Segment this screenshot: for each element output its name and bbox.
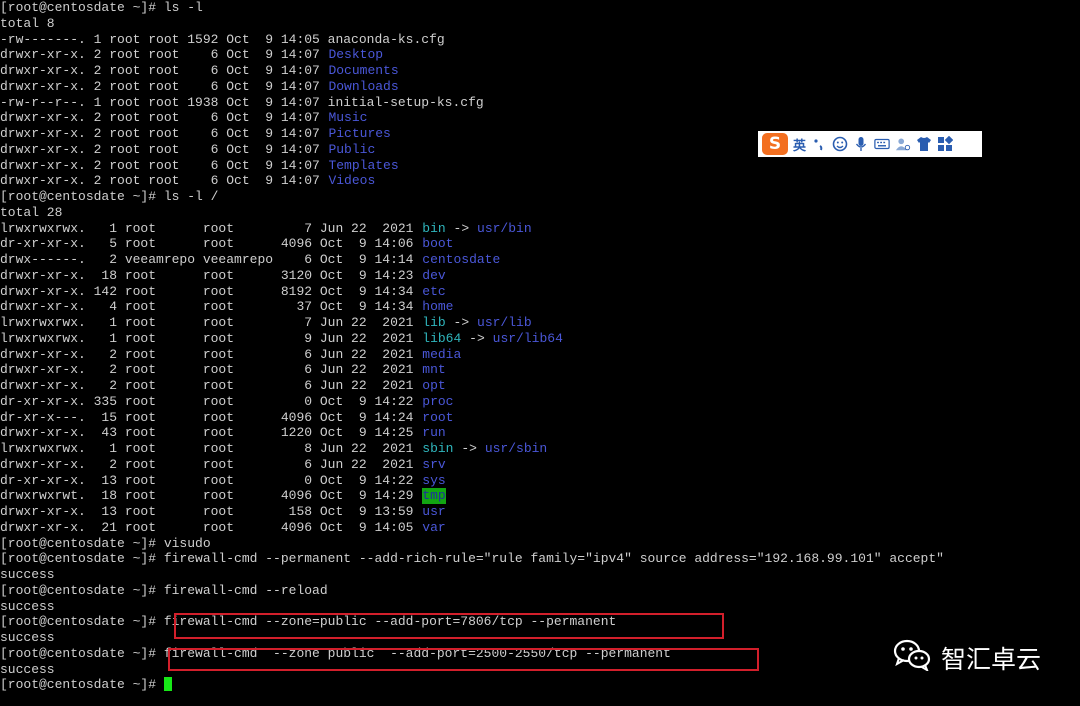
terminal-text: drwxr-xr-x. 2 root root 6 Jun 22 2021	[0, 362, 422, 378]
terminal-text: dr-xr-x---. 15 root root 4096 Oct 9 14:2…	[0, 409, 422, 425]
terminal-text: drwxr-xr-x. 2 root root 6 Oct 9 14:07	[0, 47, 328, 63]
directory-name: mnt	[422, 362, 446, 378]
terminal-text: drwxr-xr-x. 18 root root 3120 Oct 9 14:2…	[0, 267, 422, 283]
directory-name: srv	[422, 456, 446, 472]
directory-name: media	[422, 346, 462, 362]
terminal-text: drwxr-xr-x. 4 root root 37 Oct 9 14:34	[0, 299, 422, 315]
terminal-text: [root@centosdate ~]#	[0, 677, 164, 693]
symlink-name: lib64	[422, 330, 462, 346]
directory-name: run	[422, 425, 446, 441]
terminal-text: drwxr-xr-x. 2 root root 6 Oct 9 14:07	[0, 173, 328, 189]
terminal-text: drwxr-xr-x. 2 root root 6 Oct 9 14:07	[0, 78, 328, 94]
ime-toolbar[interactable]: S 英	[758, 131, 982, 157]
sticky-directory-name: tmp	[422, 488, 446, 505]
symlink-name: bin	[422, 220, 446, 236]
directory-name: opt	[422, 378, 446, 393]
terminal-text: lrwxrwxrwx. 1 root root 9 Jun 22 2021	[0, 330, 422, 346]
terminal-text: -rw-r--r--. 1 root root 1938 Oct 9 14:07…	[0, 94, 484, 110]
terminal-text: success	[0, 630, 55, 645]
terminal-text: drwxr-xr-x. 43 root root 1220 Oct 9 14:2…	[0, 425, 422, 441]
emoji-icon[interactable]	[832, 136, 848, 152]
terminal-text: drwxr-xr-x. 2 root root 6 Oct 9 14:07	[0, 110, 328, 126]
directory-name: boot	[422, 236, 454, 252]
directory-name: Downloads	[328, 78, 399, 94]
terminal-text: drwxr-xr-x. 2 root root 6 Oct 9 14:07	[0, 126, 328, 141]
user-icon[interactable]	[895, 136, 911, 152]
directory-name: Videos	[328, 173, 376, 189]
terminal-text: drwxr-xr-x. 2 root root 6 Jun 22 2021	[0, 346, 422, 362]
shirt-icon[interactable]	[916, 136, 932, 152]
directory-name: Public	[328, 141, 376, 157]
terminal-text: drwxr-xr-x. 2 root root 6 Jun 22 2021	[0, 456, 422, 472]
directory-name: sys	[422, 472, 446, 488]
symlink-name: sbin	[422, 441, 454, 456]
terminal-text: drwxr-xr-x. 21 root root 4096 Oct 9 14:0…	[0, 519, 422, 535]
directory-name: Templates	[328, 157, 399, 173]
directory-name: var	[422, 519, 446, 535]
terminal-text: total 28	[0, 204, 63, 220]
terminal-text: drwxr-xr-x. 2 root root 6 Jun 22 2021	[0, 378, 422, 393]
directory-name: centosdate	[422, 252, 501, 267]
terminal-text: ->	[445, 220, 477, 236]
terminal-text: [root@centosdate ~]# firewall-cmd --relo…	[0, 582, 328, 598]
directory-name: Music	[328, 110, 368, 126]
terminal-text: [root@centosdate ~]# visudo	[0, 535, 211, 551]
terminal-text: lrwxrwxrwx. 1 root root 7 Jun 22 2021	[0, 220, 422, 236]
terminal-text: [root@centosdate ~]# ls -l	[0, 0, 203, 15]
directory-name: Pictures	[328, 126, 391, 141]
directory-name: usr/sbin	[484, 441, 548, 456]
terminal-text: ->	[453, 441, 485, 456]
terminal-text: dr-xr-xr-x. 335 root root 0 Oct 9 14:22	[0, 393, 422, 409]
terminal-text: lrwxrwxrwx. 1 root root 8 Jun 22 2021	[0, 441, 422, 456]
directory-name: Desktop	[328, 47, 384, 63]
terminal-text: lrwxrwxrwx. 1 root root 7 Jun 22 2021	[0, 315, 422, 330]
terminal-text: total 8	[0, 15, 55, 31]
grid-icon[interactable]	[937, 136, 954, 152]
directory-name: root	[422, 409, 454, 425]
terminal-cursor[interactable]	[164, 677, 173, 694]
terminal-text: drwxr-xr-x. 13 root root 158 Oct 9 13:59	[0, 504, 422, 519]
directory-name: usr/lib64	[492, 330, 563, 346]
watermark: 智汇卓云	[893, 639, 1042, 677]
keyboard-icon[interactable]	[874, 136, 890, 152]
terminal-text: drwxr-xr-x. 2 root root 6 Oct 9 14:07	[0, 157, 328, 173]
directory-name: home	[422, 299, 454, 315]
ime-mode-toggle[interactable]: 英	[793, 135, 806, 154]
wechat-icon	[893, 639, 931, 677]
punctuation-icon[interactable]	[811, 136, 827, 152]
watermark-text: 智汇卓云	[941, 645, 1042, 674]
terminal-text: [root@centosdate ~]# firewall-cmd --zone…	[0, 645, 671, 661]
directory-name: usr	[422, 504, 446, 519]
directory-name: etc	[422, 283, 446, 299]
terminal-text: [root@centosdate ~]# firewall-cmd --zone…	[0, 614, 617, 630]
symlink-name: lib	[422, 315, 446, 330]
directory-name: dev	[422, 267, 446, 283]
terminal-text: success	[0, 661, 55, 677]
terminal-text: -rw-------. 1 root root 1592 Oct 9 14:05…	[0, 31, 445, 47]
directory-name: usr/lib	[477, 315, 532, 330]
terminal-text: drwxrwxrwt. 18 root root 4096 Oct 9 14:2…	[0, 488, 422, 504]
terminal-text: success	[0, 598, 55, 614]
terminal-text: drwxr-xr-x. 2 root root 6 Oct 9 14:07	[0, 63, 328, 78]
directory-name: Documents	[328, 63, 399, 78]
terminal-text: [root@centosdate ~]# firewall-cmd --perm…	[0, 551, 944, 567]
sogou-logo-icon[interactable]: S	[762, 133, 788, 155]
microphone-icon[interactable]	[853, 136, 869, 152]
terminal-text: dr-xr-xr-x. 13 root root 0 Oct 9 14:22	[0, 472, 422, 488]
terminal-text: dr-xr-xr-x. 5 root root 4096 Oct 9 14:06	[0, 236, 422, 252]
terminal-text: drwx------. 2 veeamrepo veeamrepo 6 Oct …	[0, 252, 422, 267]
terminal-text: drwxr-xr-x. 2 root root 6 Oct 9 14:07	[0, 141, 328, 157]
terminal-text: [root@centosdate ~]# ls -l /	[0, 189, 219, 204]
terminal-text: ->	[461, 330, 493, 346]
directory-name: usr/bin	[477, 220, 532, 236]
directory-name: proc	[422, 393, 454, 409]
terminal-text: ->	[445, 315, 477, 330]
terminal-text: success	[0, 567, 55, 582]
terminal-text: drwxr-xr-x. 142 root root 8192 Oct 9 14:…	[0, 283, 422, 299]
